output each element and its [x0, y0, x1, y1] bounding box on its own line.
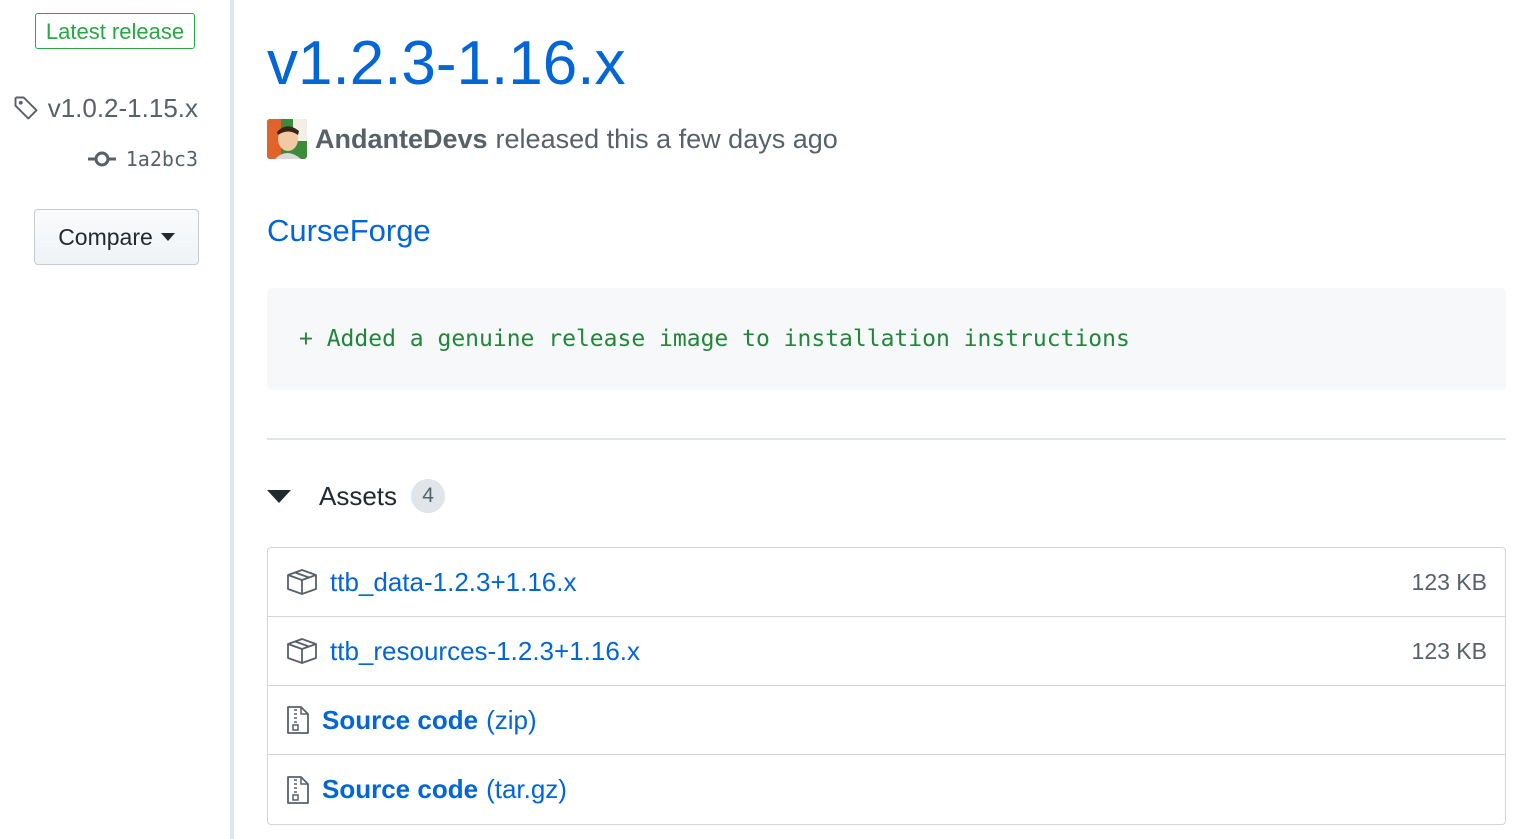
asset-row: ttb_resources-1.2.3+1.16.x 123 KB	[268, 617, 1505, 686]
curseforge-link[interactable]: CurseForge	[267, 213, 431, 249]
section-divider	[267, 438, 1506, 440]
latest-release-badge: Latest release	[35, 13, 195, 49]
asset-row: Source code (tar.gz)	[268, 755, 1505, 824]
asset-name: ttb_resources-1.2.3+1.16.x	[330, 635, 641, 666]
asset-download-link[interactable]: ttb_data-1.2.3+1.16.x	[286, 567, 576, 598]
source-code-label: Source code	[322, 774, 479, 804]
release-byline: AndanteDevs released this a few days ago	[267, 117, 838, 161]
release-title[interactable]: v1.2.3-1.16.x	[267, 22, 625, 106]
release-tag[interactable]: v1.0.2-1.15.x	[12, 88, 198, 128]
release-meta-sidebar: Latest release v1.0.2-1.15.x 1a2bc3 Comp…	[0, 0, 230, 839]
asset-row: Source code (zip)	[268, 686, 1505, 755]
assets-label: Assets	[319, 480, 398, 511]
tag-label: v1.0.2-1.15.x	[47, 92, 198, 123]
source-code-format: (tar.gz)	[486, 774, 567, 804]
asset-row: ttb_data-1.2.3+1.16.x 123 KB	[268, 548, 1505, 617]
file-zip-icon	[286, 705, 310, 735]
source-code-targz-link[interactable]: Source code (tar.gz)	[286, 774, 567, 805]
release-commit[interactable]: 1a2bc3	[87, 142, 198, 176]
commit-icon	[87, 150, 116, 168]
file-zip-icon	[286, 775, 310, 805]
asset-size: 123 KB	[1411, 637, 1487, 664]
source-code-format: (zip)	[486, 704, 537, 735]
assets-list: ttb_data-1.2.3+1.16.x 123 KB ttb_resourc…	[267, 547, 1506, 825]
changelog-diff-block: + Added a genuine release image to insta…	[267, 288, 1506, 390]
tag-icon	[12, 94, 40, 122]
assets-toggle[interactable]: Assets 4	[267, 476, 446, 516]
package-icon	[286, 637, 318, 665]
changelog-line: + Added a genuine release image to insta…	[299, 326, 1130, 352]
asset-size: 123 KB	[1411, 568, 1487, 595]
asset-name: ttb_data-1.2.3+1.16.x	[330, 566, 577, 597]
timeline-divider	[230, 0, 234, 839]
source-code-zip-link[interactable]: Source code (zip)	[286, 705, 537, 736]
package-icon	[286, 568, 318, 596]
source-code-label: Source code	[322, 704, 479, 735]
chevron-down-icon	[160, 233, 175, 241]
compare-button-label: Compare	[58, 223, 153, 250]
author-name[interactable]: AndanteDevs	[315, 124, 488, 155]
asset-download-link[interactable]: ttb_resources-1.2.3+1.16.x	[286, 636, 640, 667]
triangle-down-icon	[267, 489, 291, 503]
avatar[interactable]	[267, 119, 307, 159]
release-date-text: released this a few days ago	[495, 123, 838, 154]
assets-count-badge: 4	[411, 479, 446, 513]
commit-sha: 1a2bc3	[125, 147, 198, 171]
compare-button[interactable]: Compare	[34, 209, 199, 265]
release-page: Latest release v1.0.2-1.15.x 1a2bc3 Comp…	[0, 0, 1519, 839]
